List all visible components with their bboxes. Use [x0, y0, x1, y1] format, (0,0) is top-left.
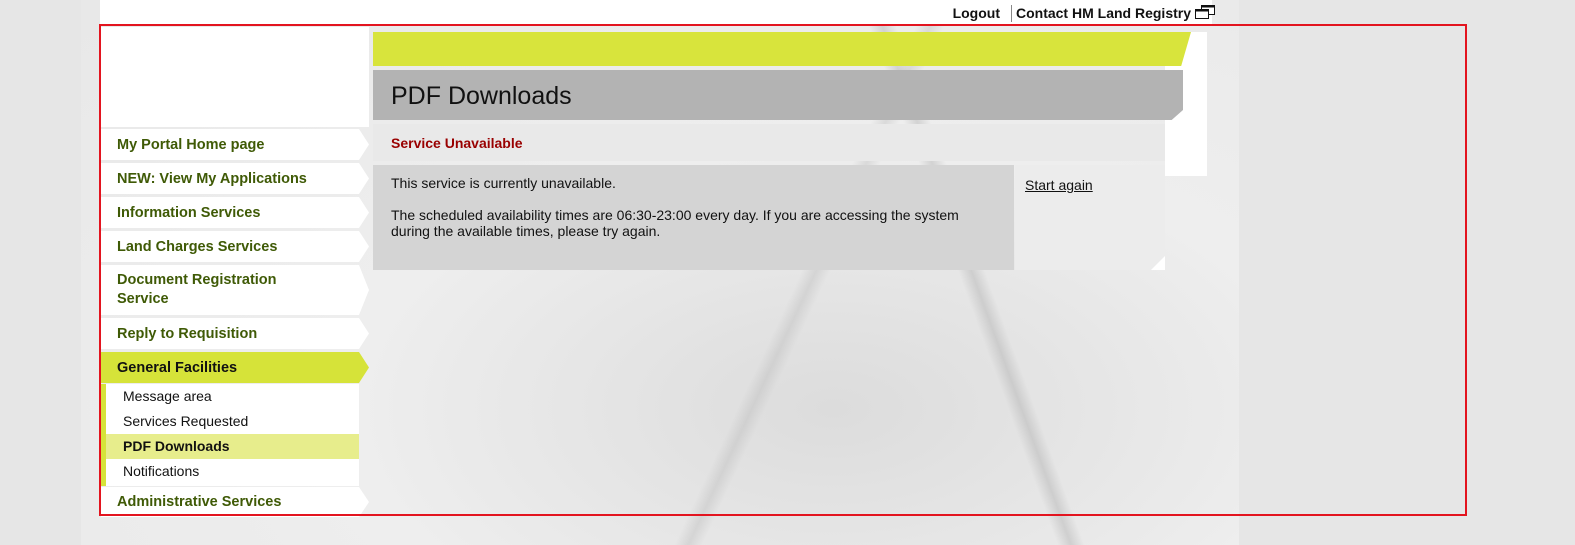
contact-link[interactable]: Contact HM Land Registry: [1015, 4, 1215, 22]
logout-link[interactable]: Logout: [953, 5, 1000, 21]
top-links-bar: Logout Contact HM Land Registry: [100, 0, 1215, 25]
highlight-outline: [99, 24, 1467, 516]
page-background-left: [0, 0, 81, 545]
external-window-icon: [1195, 4, 1215, 22]
contact-link-label: Contact HM Land Registry: [1015, 4, 1191, 21]
top-links-divider: [1010, 4, 1012, 22]
